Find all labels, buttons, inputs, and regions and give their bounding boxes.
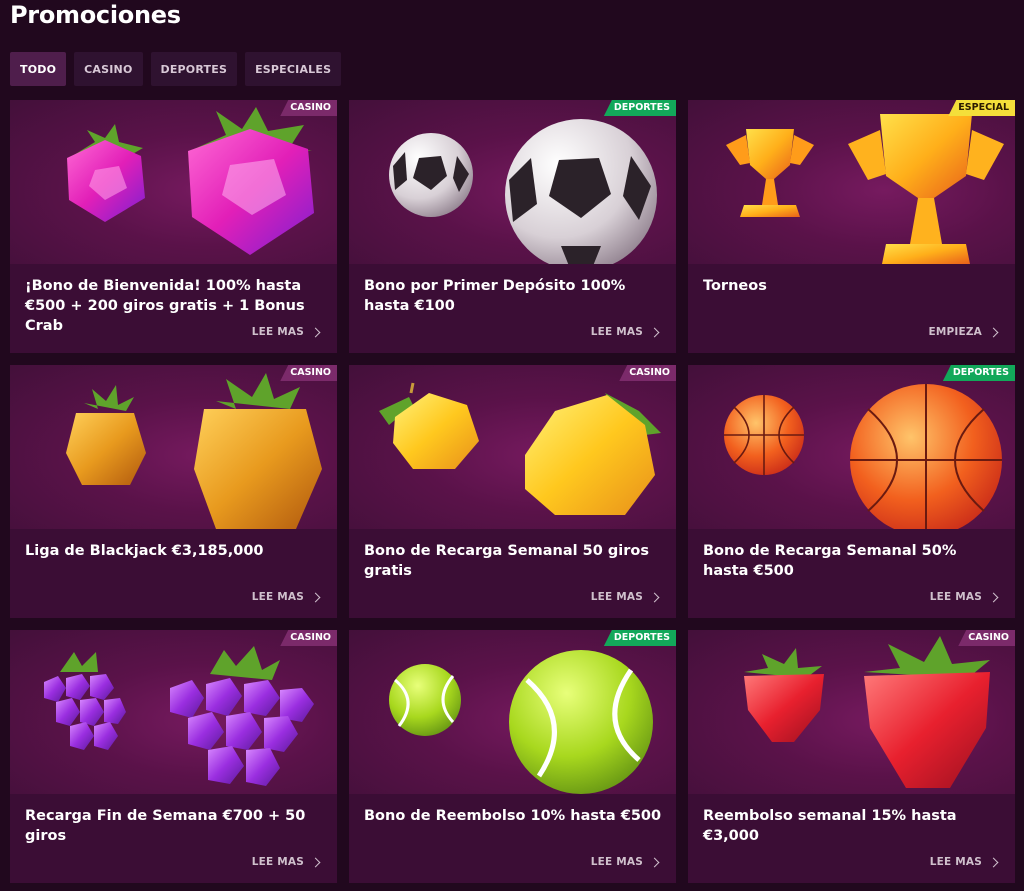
promo-card[interactable]: CASINO Reembolso semanal 15% hasta €3,00…: [688, 630, 1015, 883]
promo-image: CASINO: [688, 630, 1015, 794]
read-more-label: LEE MAS: [929, 856, 982, 868]
promo-image: ESPECIAL: [688, 100, 1015, 264]
read-more-link[interactable]: LEE MAS: [251, 326, 321, 338]
promo-title: Bono de Recarga Semanal 50 giros gratis: [364, 543, 649, 579]
promotions-grid: CASINO ¡Bono de Bienvenida! 100% hasta €…: [10, 100, 1015, 883]
read-more-link[interactable]: LEE MAS: [929, 591, 999, 603]
read-more-link[interactable]: LEE MAS: [929, 856, 999, 868]
chevron-right-icon: [649, 327, 660, 337]
grapes-icon: [44, 646, 314, 786]
category-badge: DEPORTES: [603, 100, 676, 116]
promo-image: CASINO: [10, 630, 337, 794]
category-badge: CASINO: [280, 100, 337, 116]
promo-title: Bono por Primer Depósito 100% hasta €100: [364, 278, 626, 314]
read-more-link[interactable]: LEE MAS: [251, 591, 321, 603]
chevron-right-icon: [649, 857, 660, 867]
chevron-right-icon: [310, 327, 321, 337]
read-more-link[interactable]: LEE MAS: [251, 856, 321, 868]
read-more-label: LEE MAS: [251, 326, 304, 338]
chevron-right-icon: [310, 857, 321, 867]
tab-todo[interactable]: TODO: [10, 52, 67, 86]
promo-card[interactable]: ESPECIAL Torneos EMPIEZA: [688, 100, 1015, 353]
category-badge: CASINO: [958, 630, 1015, 646]
category-badge: CASINO: [619, 365, 676, 381]
read-more-label: LEE MAS: [590, 856, 643, 868]
raspberry-icon: [67, 107, 314, 255]
category-badge: DEPORTES: [942, 365, 1015, 381]
read-more-link[interactable]: LEE MAS: [590, 326, 660, 338]
promo-title: Bono de Recarga Semanal 50% hasta €500: [703, 543, 957, 579]
pineapple-icon: [66, 373, 322, 529]
strawberry-icon: [744, 636, 990, 788]
promo-image: CASINO: [349, 365, 676, 529]
soccer-ball-icon: [389, 119, 657, 264]
category-badge: ESPECIAL: [948, 100, 1015, 116]
start-label: EMPIEZA: [928, 326, 982, 338]
lemon-icon: [379, 382, 661, 515]
promo-title: Liga de Blackjack €3,185,000: [25, 543, 264, 559]
start-link[interactable]: EMPIEZA: [928, 326, 999, 338]
promo-title: Torneos: [703, 278, 767, 294]
promo-image: DEPORTES: [349, 100, 676, 264]
tab-especiales[interactable]: ESPECIALES: [245, 52, 342, 86]
promo-card[interactable]: DEPORTES Bono de Recarga Semanal 50% has…: [688, 365, 1015, 618]
promo-image: DEPORTES: [349, 630, 676, 794]
read-more-link[interactable]: LEE MAS: [590, 591, 660, 603]
chevron-right-icon: [988, 327, 999, 337]
promo-card[interactable]: DEPORTES Bono por Primer Depósito 100% h…: [349, 100, 676, 353]
read-more-label: LEE MAS: [251, 591, 304, 603]
promo-title: Bono de Reembolso 10% hasta €500: [364, 808, 662, 824]
tab-deportes[interactable]: DEPORTES: [150, 52, 238, 86]
category-badge: CASINO: [280, 630, 337, 646]
read-more-label: LEE MAS: [590, 326, 643, 338]
promo-image: CASINO: [10, 365, 337, 529]
trophy-icon: [726, 114, 1004, 264]
chevron-right-icon: [649, 592, 660, 602]
category-badge: DEPORTES: [603, 630, 676, 646]
promo-card[interactable]: CASINO Bono de Recarga Semanal 50 giros …: [349, 365, 676, 618]
promo-card[interactable]: DEPORTES Bono de Reembolso 10% hasta €50…: [349, 630, 676, 883]
chevron-right-icon: [988, 592, 999, 602]
promo-card[interactable]: CASINO Recarga Fin de Semana €700 + 50 g…: [10, 630, 337, 883]
tab-casino[interactable]: CASINO: [74, 52, 143, 86]
filter-tabs: TODO CASINO DEPORTES ESPECIALES: [10, 52, 342, 86]
promo-card[interactable]: CASINO Liga de Blackjack €3,185,000 LEE …: [10, 365, 337, 618]
promo-title: Reembolso semanal 15% hasta €3,000: [703, 808, 957, 844]
page-title: Promociones: [10, 1, 181, 29]
chevron-right-icon: [310, 592, 321, 602]
read-more-label: LEE MAS: [929, 591, 982, 603]
tennis-ball-icon: [389, 650, 653, 794]
chevron-right-icon: [988, 857, 999, 867]
category-badge: CASINO: [280, 365, 337, 381]
promo-image: DEPORTES: [688, 365, 1015, 529]
promo-title: Recarga Fin de Semana €700 + 50 giros: [25, 808, 306, 844]
read-more-link[interactable]: LEE MAS: [590, 856, 660, 868]
read-more-label: LEE MAS: [251, 856, 304, 868]
basketball-icon: [724, 384, 1002, 529]
read-more-label: LEE MAS: [590, 591, 643, 603]
promo-card[interactable]: CASINO ¡Bono de Bienvenida! 100% hasta €…: [10, 100, 337, 353]
promo-image: CASINO: [10, 100, 337, 264]
